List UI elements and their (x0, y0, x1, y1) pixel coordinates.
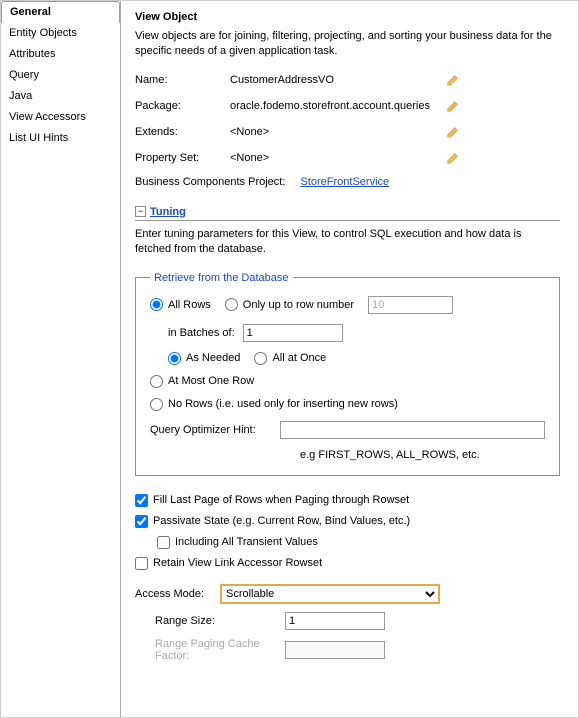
extends-value: <None> (230, 126, 445, 138)
range-cache-input[interactable] (285, 641, 385, 659)
tab-label: General (10, 6, 51, 18)
name-value: CustomerAddressVO (230, 74, 445, 86)
propset-value: <None> (230, 152, 445, 164)
range-cache-row: Range Paging Cache Factor: (135, 638, 560, 662)
edit-package-icon[interactable] (445, 98, 461, 114)
qoh-row: Query Optimizer Hint: (150, 421, 545, 439)
tuning-expander-icon[interactable]: − (135, 206, 146, 217)
including-trans-row: Including All Transient Values (157, 536, 560, 549)
at-most-one-label: At Most One Row (168, 375, 254, 387)
all-rows-radio[interactable] (150, 298, 163, 311)
no-rows-row: No Rows (i.e. used only for inserting ne… (150, 398, 545, 411)
including-trans-label: Including All Transient Values (175, 536, 318, 548)
all-at-once-option[interactable]: All at Once (254, 352, 326, 365)
name-label: Name: (135, 74, 230, 86)
as-needed-radio[interactable] (168, 352, 181, 365)
fill-last-label: Fill Last Page of Rows when Paging throu… (153, 494, 409, 506)
range-cache-label: Range Paging Cache Factor: (155, 638, 285, 662)
sidebar-tab-general[interactable]: General (1, 1, 120, 23)
access-mode-row: Access Mode: Scrollable (135, 584, 560, 604)
extends-label: Extends: (135, 126, 230, 138)
sidebar-tab-query[interactable]: Query (1, 65, 120, 86)
bcp-label: Business Components Project: (135, 176, 285, 188)
tab-label: Java (9, 90, 32, 102)
all-at-once-label: All at Once (272, 352, 326, 364)
only-up-to-label: Only up to row number (243, 299, 354, 311)
at-most-one-option[interactable]: At Most One Row (150, 375, 254, 388)
batches-row: in Batches of: (168, 324, 545, 342)
all-rows-label: All Rows (168, 299, 211, 311)
access-mode-label: Access Mode: (135, 588, 220, 600)
bcp-row: Business Components Project: StoreFrontS… (135, 176, 560, 188)
tuning-section-header: − Tuning (135, 206, 560, 221)
sidebar-tab-java[interactable]: Java (1, 86, 120, 107)
at-most-one-row: At Most One Row (150, 375, 545, 388)
retrieve-fieldset: Retrieve from the Database All Rows Only… (135, 272, 560, 476)
no-rows-radio[interactable] (150, 398, 163, 411)
tab-label: Attributes (9, 48, 55, 60)
batches-input[interactable] (243, 324, 343, 342)
sidebar-tab-attributes[interactable]: Attributes (1, 44, 120, 65)
sidebar: General Entity Objects Attributes Query … (1, 1, 121, 717)
tuning-description: Enter tuning parameters for this View, t… (135, 227, 560, 258)
fill-last-row: Fill Last Page of Rows when Paging throu… (135, 494, 560, 507)
app-container: General Entity Objects Attributes Query … (0, 0, 579, 718)
range-size-row: Range Size: (135, 612, 560, 630)
passivate-label: Passivate State (e.g. Current Row, Bind … (153, 515, 410, 527)
prop-row-extends: Extends: <None> (135, 124, 560, 140)
passivate-row: Passivate State (e.g. Current Row, Bind … (135, 515, 560, 528)
access-mode-select[interactable]: Scrollable (220, 584, 440, 604)
sidebar-tab-list-ui-hints[interactable]: List UI Hints (1, 128, 120, 149)
range-size-label: Range Size: (155, 615, 285, 627)
fetch-mode-row: As Needed All at Once (168, 352, 545, 365)
tab-label: List UI Hints (9, 132, 68, 144)
fill-last-checkbox[interactable] (135, 494, 148, 507)
prop-row-propset: Property Set: <None> (135, 150, 560, 166)
page-title: View Object (135, 11, 560, 23)
no-rows-option[interactable]: No Rows (i.e. used only for inserting ne… (150, 398, 398, 411)
retrieve-mode-row: All Rows Only up to row number (150, 296, 545, 314)
as-needed-option[interactable]: As Needed (168, 352, 240, 365)
edit-extends-icon[interactable] (445, 124, 461, 140)
at-most-one-radio[interactable] (150, 375, 163, 388)
all-rows-option[interactable]: All Rows (150, 298, 211, 311)
tab-label: Query (9, 69, 39, 81)
sidebar-tab-entity-objects[interactable]: Entity Objects (1, 23, 120, 44)
main-panel: View Object View objects are for joining… (121, 1, 578, 717)
package-value: oracle.fodemo.storefront.account.queries (230, 100, 445, 112)
retain-vla-label: Retain View Link Accessor Rowset (153, 557, 322, 569)
page-description: View objects are for joining, filtering,… (135, 29, 560, 60)
retain-vla-checkbox[interactable] (135, 557, 148, 570)
batches-label: in Batches of: (168, 327, 235, 339)
prop-row-package: Package: oracle.fodemo.storefront.accoun… (135, 98, 560, 114)
retain-vla-row: Retain View Link Accessor Rowset (135, 557, 560, 570)
bcp-link[interactable]: StoreFrontService (300, 176, 389, 188)
qoh-input[interactable] (280, 421, 545, 439)
tab-label: View Accessors (9, 111, 86, 123)
sidebar-tabs: General Entity Objects Attributes Query … (1, 1, 120, 149)
only-up-to-input[interactable] (368, 296, 453, 314)
including-trans-checkbox[interactable] (157, 536, 170, 549)
passivate-checkbox[interactable] (135, 515, 148, 528)
prop-row-name: Name: CustomerAddressVO (135, 72, 560, 88)
propset-label: Property Set: (135, 152, 230, 164)
tab-label: Entity Objects (9, 27, 77, 39)
no-rows-label: No Rows (i.e. used only for inserting ne… (168, 398, 398, 410)
all-at-once-radio[interactable] (254, 352, 267, 365)
only-up-to-option[interactable]: Only up to row number (225, 298, 354, 311)
sidebar-tab-view-accessors[interactable]: View Accessors (1, 107, 120, 128)
package-label: Package: (135, 100, 230, 112)
tuning-title[interactable]: Tuning (150, 206, 186, 218)
only-up-to-radio[interactable] (225, 298, 238, 311)
as-needed-label: As Needed (186, 352, 240, 364)
edit-propset-icon[interactable] (445, 150, 461, 166)
range-size-input[interactable] (285, 612, 385, 630)
qoh-label: Query Optimizer Hint: (150, 424, 280, 436)
edit-name-icon[interactable] (445, 72, 461, 88)
retrieve-legend: Retrieve from the Database (150, 272, 293, 284)
qoh-hint: e.g FIRST_ROWS, ALL_ROWS, etc. (300, 449, 545, 461)
